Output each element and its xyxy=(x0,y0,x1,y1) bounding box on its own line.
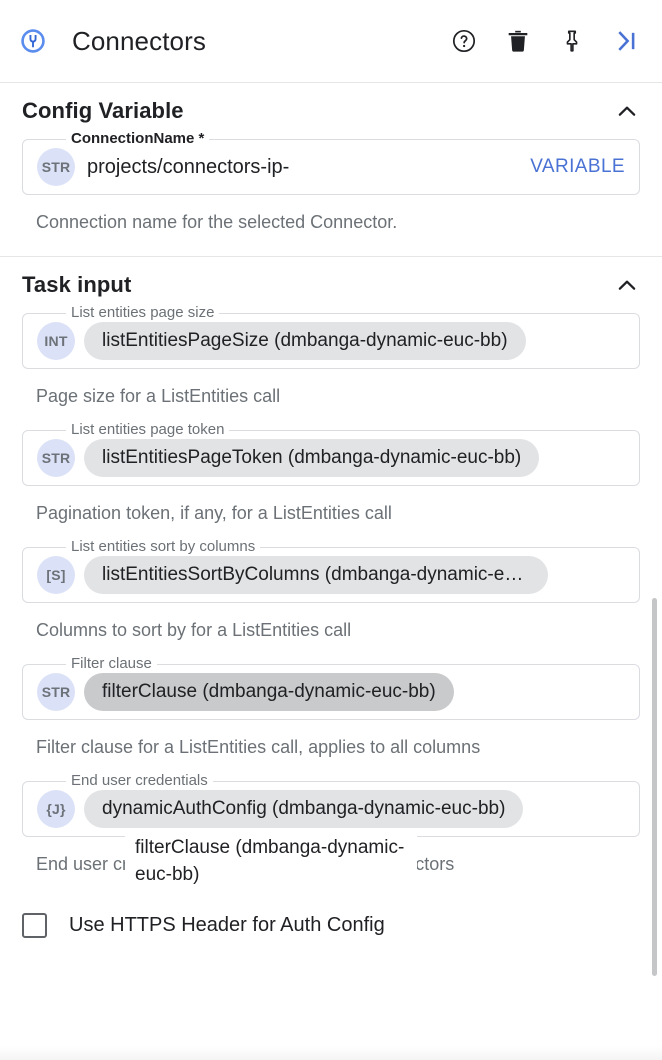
field-wrap-connection-name: ConnectionName * STR projects/connectors… xyxy=(22,139,640,195)
type-badge-int: INT xyxy=(37,322,75,360)
field-block-list-entities-page-token: List entities page token STR listEntitie… xyxy=(22,430,640,525)
field-helper: End user credentials to be propagated to… xyxy=(22,843,640,876)
section-title: Config Variable xyxy=(22,98,184,124)
type-badge-str: STR xyxy=(37,148,75,186)
field-helper: Pagination token, if any, for a ListEnti… xyxy=(22,492,640,525)
value-chip-text: listEntitiesPageSize (dmbanga-dynamic-eu… xyxy=(102,330,508,352)
header-actions xyxy=(450,27,640,55)
value-chip-text: listEntitiesSortByColumns (dmbanga-dynam… xyxy=(102,564,530,586)
chevron-up-icon[interactable] xyxy=(614,98,640,124)
value-chip-text: dynamicAuthConfig (dmbanga-dynamic-euc-b… xyxy=(102,798,505,820)
type-badge-string-array: [S] xyxy=(37,556,75,594)
field-label: List entities page size xyxy=(66,304,219,322)
value-chip[interactable]: listEntitiesSortByColumns (dmbanga-dynam… xyxy=(84,556,548,594)
section-config-variable: Config Variable ConnectionName * STR pro… xyxy=(0,83,662,234)
value-chip[interactable]: filterClause (dmbanga-dynamic-euc-bb) xyxy=(84,673,454,711)
field-wrap-list-entities-page-size: List entities page size INT listEntities… xyxy=(22,313,640,369)
field-helper: Filter clause for a ListEntities call, a… xyxy=(22,726,640,759)
checkbox-row-use-https-header[interactable]: Use HTTPS Header for Auth Config xyxy=(0,898,662,952)
value-chip[interactable]: listEntitiesPageToken (dmbanga-dynamic-e… xyxy=(84,439,539,477)
type-badge-json: {J} xyxy=(37,790,75,828)
scrollbar-thumb[interactable] xyxy=(652,598,657,976)
field-helper-connection-name: Connection name for the selected Connect… xyxy=(22,201,640,234)
field-wrap-end-user-credentials: End user credentials {J} dynamicAuthConf… xyxy=(22,781,640,837)
field-wrap-list-entities-sort-by-columns: List entities sort by columns [S] listEn… xyxy=(22,547,640,603)
value-chip[interactable]: listEntitiesPageSize (dmbanga-dynamic-eu… xyxy=(84,322,526,360)
page-title: Connectors xyxy=(72,26,206,57)
pin-icon[interactable] xyxy=(558,27,586,55)
field-helper: Page size for a ListEntities call xyxy=(22,375,640,408)
field-wrap-list-entities-page-token: List entities page token STR listEntitie… xyxy=(22,430,640,486)
field-label-connection-name: ConnectionName * xyxy=(66,130,209,148)
field-label: End user credentials xyxy=(66,772,213,790)
value-chip-text: filterClause (dmbanga-dynamic-euc-bb) xyxy=(102,681,436,703)
connection-name-value: projects/connectors-ip- xyxy=(87,156,528,179)
field-block-end-user-credentials: End user credentials {J} dynamicAuthConf… xyxy=(22,781,640,876)
connectors-panel: Connectors xyxy=(0,0,662,1060)
field-block-list-entities-page-size: List entities page size INT listEntities… xyxy=(22,313,640,408)
field-block-list-entities-sort-by-columns: List entities sort by columns [S] listEn… xyxy=(22,547,640,642)
type-badge-str: STR xyxy=(37,439,75,477)
panel-content: Config Variable ConnectionName * STR pro… xyxy=(0,83,662,952)
bottom-shadow xyxy=(0,1046,662,1060)
section-title: Task input xyxy=(22,272,131,298)
checkbox-use-https-header[interactable] xyxy=(22,913,47,938)
field-wrap-filter-clause: Filter clause STR filterClause (dmbanga-… xyxy=(22,664,640,720)
value-chip[interactable]: dynamicAuthConfig (dmbanga-dynamic-euc-b… xyxy=(84,790,523,828)
value-chip-text: listEntitiesPageToken (dmbanga-dynamic-e… xyxy=(102,447,521,469)
help-icon[interactable] xyxy=(450,27,478,55)
expand-panel-icon[interactable] xyxy=(612,27,640,55)
section-task-input: Task input List entities page size INT l… xyxy=(0,257,662,876)
field-helper: Columns to sort by for a ListEntities ca… xyxy=(22,609,640,642)
checkbox-label: Use HTTPS Header for Auth Config xyxy=(69,914,385,937)
chevron-up-icon[interactable] xyxy=(614,272,640,298)
variable-button[interactable]: VARIABLE xyxy=(528,152,627,182)
delete-icon[interactable] xyxy=(504,27,532,55)
field-label: List entities page token xyxy=(66,421,229,439)
field-label: List entities sort by columns xyxy=(66,538,260,556)
field-block-filter-clause: Filter clause STR filterClause (dmbanga-… xyxy=(22,664,640,759)
connector-plug-icon xyxy=(18,26,48,56)
type-badge-str: STR xyxy=(37,673,75,711)
field-block-connection-name: ConnectionName * STR projects/connectors… xyxy=(22,139,640,234)
panel-header: Connectors xyxy=(0,0,662,83)
field-label: Filter clause xyxy=(66,655,157,673)
